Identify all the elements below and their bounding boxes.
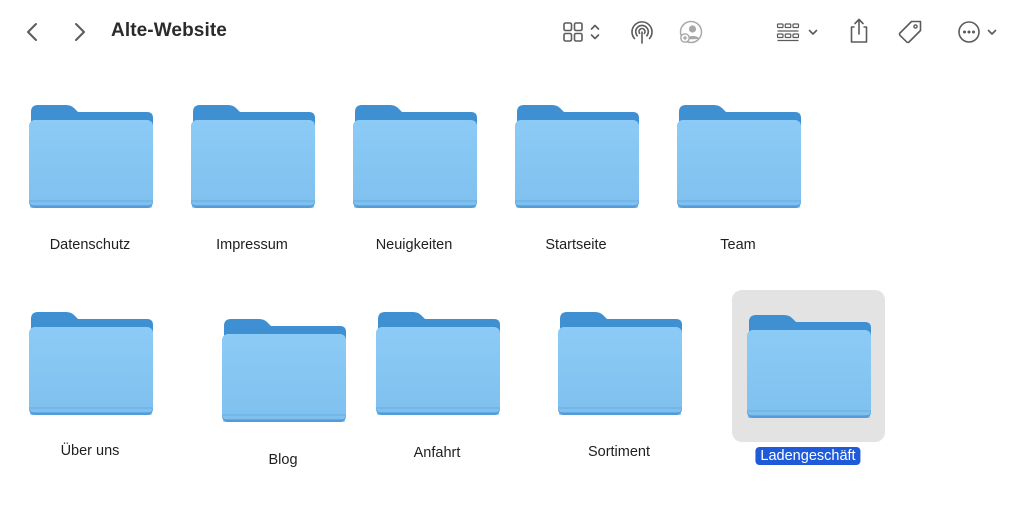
chevron-right-icon bbox=[75, 23, 85, 41]
folder-icon[interactable] bbox=[220, 318, 348, 431]
folder-icon[interactable] bbox=[27, 311, 155, 424]
view-mode-button[interactable] bbox=[556, 18, 606, 46]
folder-name-label[interactable]: Impressum bbox=[211, 236, 293, 254]
folder-name-label[interactable]: Anfahrt bbox=[409, 444, 466, 462]
folder-name-label[interactable]: Datenschutz bbox=[45, 236, 136, 254]
folder-icon[interactable] bbox=[556, 311, 684, 424]
group-by-icon bbox=[776, 23, 800, 42]
finder-window: Alte-Website Datenschutz Impressum Neuig… bbox=[0, 0, 1024, 532]
tag-button[interactable] bbox=[895, 17, 925, 47]
folder-name-label[interactable]: Blog bbox=[263, 451, 302, 469]
person-share-icon bbox=[679, 20, 703, 44]
folder-icon[interactable] bbox=[745, 314, 873, 427]
window-title: Alte-Website bbox=[111, 20, 227, 41]
group-by-button[interactable] bbox=[772, 18, 822, 46]
forward-button[interactable] bbox=[68, 20, 92, 44]
share-with-people-button[interactable] bbox=[676, 17, 706, 47]
grid-view-icon bbox=[563, 22, 583, 42]
folder-name-label[interactable]: Über uns bbox=[56, 442, 125, 460]
share-button[interactable] bbox=[844, 15, 874, 47]
toolbar: Alte-Website bbox=[0, 0, 1024, 64]
back-button[interactable] bbox=[20, 20, 44, 44]
airdrop-button[interactable] bbox=[627, 17, 657, 47]
folder-name-label[interactable]: Startseite bbox=[540, 236, 611, 254]
folder-name-label[interactable]: Ladengeschäft bbox=[755, 447, 861, 465]
folder-icon[interactable] bbox=[374, 311, 502, 424]
airdrop-icon bbox=[631, 21, 653, 44]
more-actions-button[interactable] bbox=[952, 18, 1002, 46]
tag-icon bbox=[898, 20, 922, 44]
folder-icon[interactable] bbox=[513, 104, 641, 217]
folder-icon[interactable] bbox=[351, 104, 479, 217]
folder-icon[interactable] bbox=[27, 104, 155, 217]
ellipsis-circle-icon bbox=[958, 21, 980, 43]
share-icon bbox=[850, 18, 868, 43]
chevron-down-icon bbox=[808, 29, 818, 35]
chevron-updown-icon bbox=[590, 24, 600, 40]
folder-icon[interactable] bbox=[189, 104, 317, 217]
folder-name-label[interactable]: Sortiment bbox=[583, 443, 655, 461]
folder-icon[interactable] bbox=[675, 104, 803, 217]
folder-name-label[interactable]: Neuigkeiten bbox=[371, 236, 458, 254]
chevron-down-icon bbox=[987, 29, 997, 35]
chevron-left-icon bbox=[27, 23, 37, 41]
folder-name-label[interactable]: Team bbox=[715, 236, 760, 254]
